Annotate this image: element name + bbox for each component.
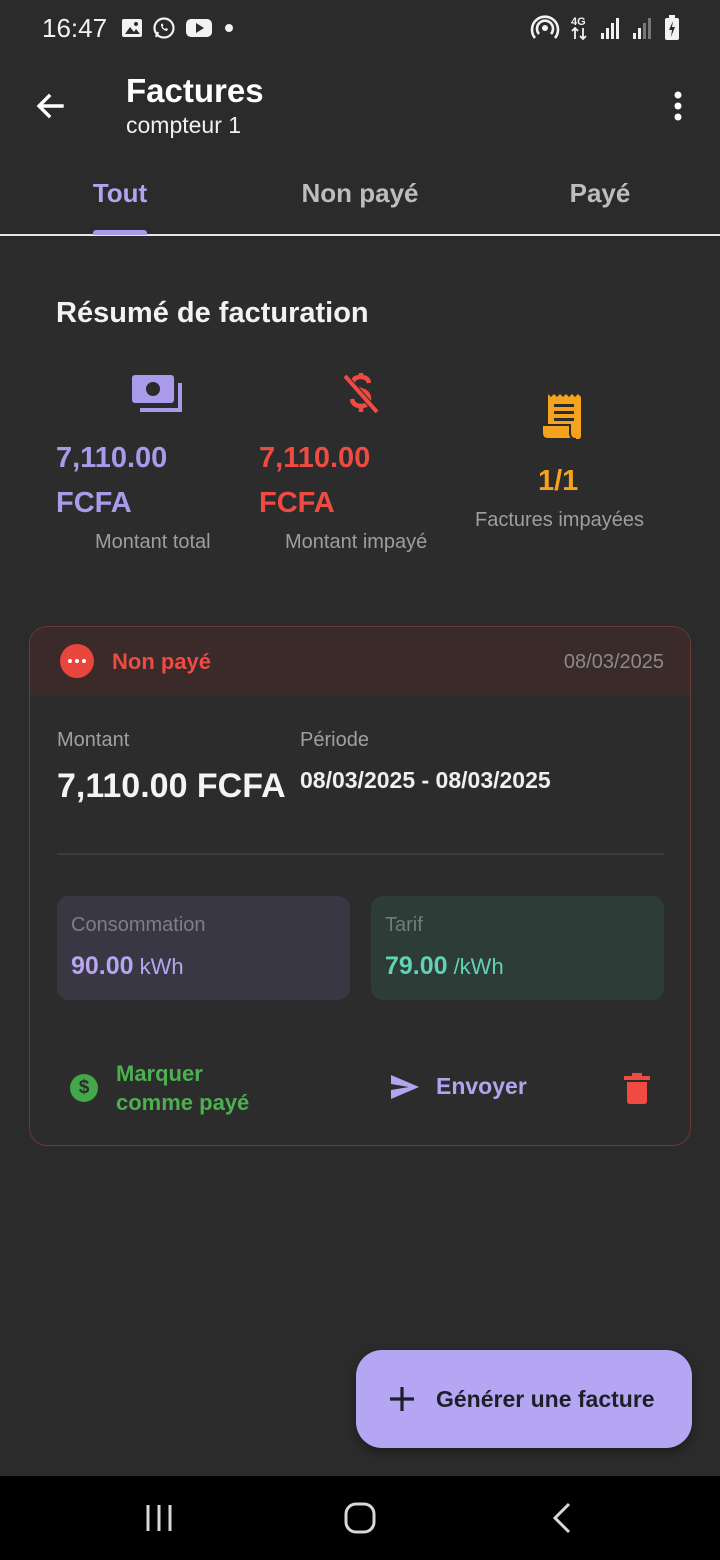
arrow-back-icon <box>36 93 64 119</box>
youtube-icon <box>186 19 213 37</box>
hotspot-icon <box>530 15 560 39</box>
tarif-box: Tarif 79.00/kWh <box>371 896 664 1000</box>
invoice-header: Non payé 08/03/2025 <box>30 627 690 696</box>
more-vert-icon <box>674 91 682 121</box>
status-bar: 16:47 4G <box>0 0 720 56</box>
mark-paid-label: Marquer comme payé <box>116 1061 250 1115</box>
notification-dot-icon <box>225 24 234 32</box>
money-off-icon <box>342 373 380 414</box>
gallery-icon <box>122 19 143 37</box>
consumption-value-row: 90.00 kWh <box>71 952 184 981</box>
unpaid-amount-label: Montant impayé <box>285 531 428 553</box>
tab-bar: Tout Non payé Payé <box>0 156 720 236</box>
unpaid-count-label: Factures impayées <box>475 509 644 531</box>
app-bar: Factures compteur 1 <box>0 56 720 156</box>
tarif-unit: /kWh <box>453 954 504 979</box>
send-button[interactable]: Envoyer <box>390 1073 527 1100</box>
home-button[interactable] <box>338 1498 382 1538</box>
battery-icon <box>665 15 679 40</box>
signal-icon <box>601 18 619 39</box>
dollar-icon: $ <box>70 1074 98 1102</box>
mark-paid-button[interactable]: $ Marquer comme payé <box>70 1059 276 1117</box>
mobile-data-icon: 4G <box>571 16 587 41</box>
consumption-unit: kWh <box>139 954 184 979</box>
whatsapp-icon <box>153 17 175 39</box>
trash-icon <box>624 1073 650 1104</box>
period-value: 08/03/2025 - 08/03/2025 <box>300 767 551 793</box>
divider <box>57 853 664 855</box>
chevron-left-icon <box>552 1502 571 1534</box>
more-options-button[interactable] <box>660 82 696 130</box>
tarif-value: 79.00 <box>385 952 448 980</box>
amount-label: Montant <box>57 729 130 751</box>
status-badge: Non payé <box>112 649 212 674</box>
signal-2-icon <box>633 18 651 39</box>
recent-apps-icon <box>146 1505 172 1531</box>
unpaid-currency: FCFA <box>259 487 335 519</box>
generate-invoice-button[interactable]: Générer une facture <box>356 1350 692 1448</box>
page-subtitle: compteur 1 <box>126 112 242 138</box>
recent-apps-button[interactable] <box>137 1498 181 1538</box>
tab-paye[interactable]: Payé <box>480 156 720 234</box>
unpaid-amount-value: 7,110.00 <box>259 442 371 474</box>
tab-indicator <box>93 230 147 235</box>
delete-button[interactable] <box>624 1073 650 1105</box>
unpaid-count-value: 1/1 <box>538 465 579 497</box>
total-currency: FCFA <box>56 487 132 519</box>
back-button[interactable] <box>28 84 72 128</box>
pending-icon <box>60 644 94 678</box>
generate-invoice-label: Générer une facture <box>436 1385 655 1412</box>
consumption-value: 90.00 <box>71 952 134 980</box>
consumption-box: Consommation 90.00 kWh <box>57 896 350 1000</box>
invoice-card[interactable]: Non payé 08/03/2025 Montant 7,110.00 FCF… <box>29 626 691 1146</box>
tarif-value-row: 79.00/kWh <box>385 952 504 981</box>
system-back-button[interactable] <box>540 1498 584 1538</box>
total-amount-value: 7,110.00 <box>56 442 168 474</box>
total-amount-label: Montant total <box>95 531 211 553</box>
send-label: Envoyer <box>436 1073 527 1099</box>
tarif-label: Tarif <box>385 914 423 936</box>
payments-icon <box>132 375 182 412</box>
send-icon <box>391 1074 419 1099</box>
page-title: Factures <box>126 72 264 109</box>
receipt-icon <box>541 394 581 440</box>
period-label: Période <box>300 729 369 751</box>
home-icon <box>344 1502 376 1534</box>
svg-text:4G: 4G <box>571 16 586 28</box>
plus-icon <box>390 1387 414 1411</box>
tab-tout[interactable]: Tout <box>0 156 240 234</box>
invoice-date: 08/03/2025 <box>563 651 664 673</box>
consumption-label: Consommation <box>71 914 206 936</box>
tab-non-paye[interactable]: Non payé <box>240 156 480 234</box>
amount-value: 7,110.00 FCFA <box>57 767 286 805</box>
summary-title: Résumé de facturation <box>56 297 369 329</box>
status-time: 16:47 <box>42 12 108 43</box>
system-nav-bar <box>0 1476 720 1560</box>
